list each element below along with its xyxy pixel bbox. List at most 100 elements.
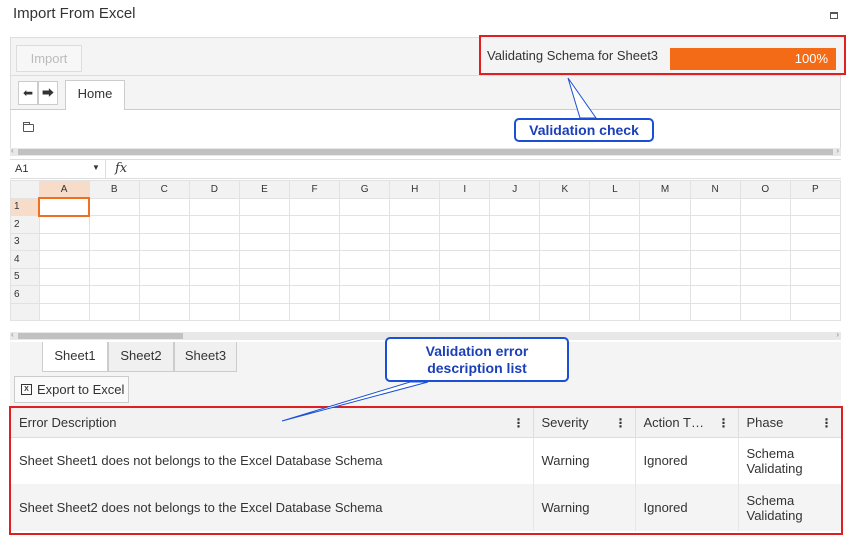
cell[interactable] [238, 267, 291, 286]
cell[interactable] [289, 232, 341, 251]
cell[interactable] [138, 215, 190, 234]
cell[interactable] [639, 197, 691, 216]
column-header[interactable]: P [789, 180, 841, 199]
column-header[interactable]: C [138, 180, 190, 199]
cell[interactable] [739, 302, 791, 321]
cell[interactable] [539, 232, 591, 251]
column-menu-icon[interactable]: ⋮ [513, 416, 525, 430]
column-menu-icon[interactable]: ⋮ [718, 416, 730, 430]
cell[interactable] [38, 215, 90, 234]
column-header[interactable]: I [439, 180, 491, 199]
open-folder-icon[interactable] [23, 122, 34, 132]
cell[interactable] [289, 197, 341, 216]
scrollbar-thumb[interactable] [18, 333, 183, 339]
cell[interactable] [188, 232, 240, 251]
cell[interactable] [389, 285, 441, 304]
cell[interactable] [238, 197, 291, 216]
cell[interactable] [339, 232, 391, 251]
column-header[interactable]: E [238, 180, 291, 199]
cell[interactable] [739, 285, 791, 304]
cell[interactable] [138, 285, 190, 304]
row-header[interactable] [10, 302, 40, 321]
cell[interactable] [138, 232, 190, 251]
cell[interactable] [389, 250, 441, 269]
cell[interactable] [589, 197, 641, 216]
column-header[interactable]: J [489, 180, 541, 199]
tab-home[interactable]: Home [65, 80, 125, 111]
cell[interactable] [489, 250, 541, 269]
cell[interactable] [188, 197, 240, 216]
grid-corner[interactable] [10, 180, 40, 199]
cell[interactable] [289, 285, 341, 304]
undo-icon[interactable]: ⬅ [18, 81, 38, 105]
cell[interactable] [389, 267, 441, 286]
row-header[interactable]: 2 [10, 215, 40, 234]
cell[interactable] [489, 302, 541, 321]
ribbon-scrollbar[interactable]: ‹ › [10, 146, 841, 156]
row-header[interactable]: 6 [10, 285, 40, 304]
scroll-right-icon[interactable]: › [836, 330, 839, 339]
cell[interactable] [439, 197, 491, 216]
cell[interactable] [689, 302, 741, 321]
cell[interactable] [489, 232, 541, 251]
cell[interactable] [138, 302, 190, 321]
sheet-tab-sheet2[interactable]: Sheet2 [108, 342, 174, 372]
column-header[interactable]: N [689, 180, 741, 199]
cell[interactable] [389, 302, 441, 321]
cell[interactable] [38, 302, 90, 321]
cell[interactable] [238, 302, 291, 321]
cell[interactable] [739, 215, 791, 234]
scroll-left-icon[interactable]: ‹ [11, 146, 14, 155]
cell[interactable] [639, 250, 691, 269]
column-header[interactable]: M [639, 180, 691, 199]
cell[interactable] [689, 197, 741, 216]
column-menu-icon[interactable]: ⋮ [615, 416, 627, 430]
cell[interactable] [689, 285, 741, 304]
cell[interactable] [439, 267, 491, 286]
cell[interactable] [439, 285, 491, 304]
cell[interactable] [589, 302, 641, 321]
cell[interactable] [389, 215, 441, 234]
cell[interactable] [138, 267, 190, 286]
cell[interactable] [88, 250, 140, 269]
cell[interactable] [339, 197, 391, 216]
cell[interactable] [789, 267, 841, 286]
cell[interactable] [138, 197, 190, 216]
cell[interactable] [439, 232, 491, 251]
cell[interactable] [639, 215, 691, 234]
column-header[interactable]: O [739, 180, 791, 199]
cell[interactable] [188, 267, 240, 286]
cell[interactable] [789, 215, 841, 234]
cell[interactable] [639, 285, 691, 304]
cell[interactable] [589, 232, 641, 251]
column-header-phase[interactable]: Phase ⋮ [738, 408, 841, 438]
cell[interactable] [289, 215, 341, 234]
row-header[interactable]: 4 [10, 250, 40, 269]
column-header-error-description[interactable]: Error Description ⋮ [11, 408, 534, 438]
cell[interactable] [689, 267, 741, 286]
scrollbar-thumb[interactable] [18, 149, 833, 155]
cell[interactable] [739, 267, 791, 286]
cell[interactable] [339, 285, 391, 304]
cell[interactable] [689, 250, 741, 269]
cell[interactable] [389, 197, 441, 216]
cell[interactable] [489, 267, 541, 286]
row-header[interactable]: 5 [10, 267, 40, 286]
column-header[interactable]: H [389, 180, 441, 199]
cell[interactable] [539, 285, 591, 304]
cell[interactable] [739, 232, 791, 251]
cell[interactable] [789, 197, 841, 216]
cell[interactable] [238, 285, 291, 304]
cell[interactable] [589, 215, 641, 234]
cell[interactable] [589, 285, 641, 304]
sheet-tab-sheet1[interactable]: Sheet1 [42, 342, 108, 372]
spreadsheet-grid[interactable]: A B C D E F G H I J K L M N O P 1 2 3 4 … [10, 180, 841, 331]
chevron-down-icon[interactable]: ▼ [92, 163, 100, 172]
cell[interactable] [339, 250, 391, 269]
column-header-severity[interactable]: Severity ⋮ [533, 408, 636, 438]
cell[interactable] [188, 285, 240, 304]
cell[interactable] [339, 267, 391, 286]
cell[interactable] [539, 197, 591, 216]
cell[interactable] [589, 267, 641, 286]
cell[interactable] [88, 197, 140, 216]
